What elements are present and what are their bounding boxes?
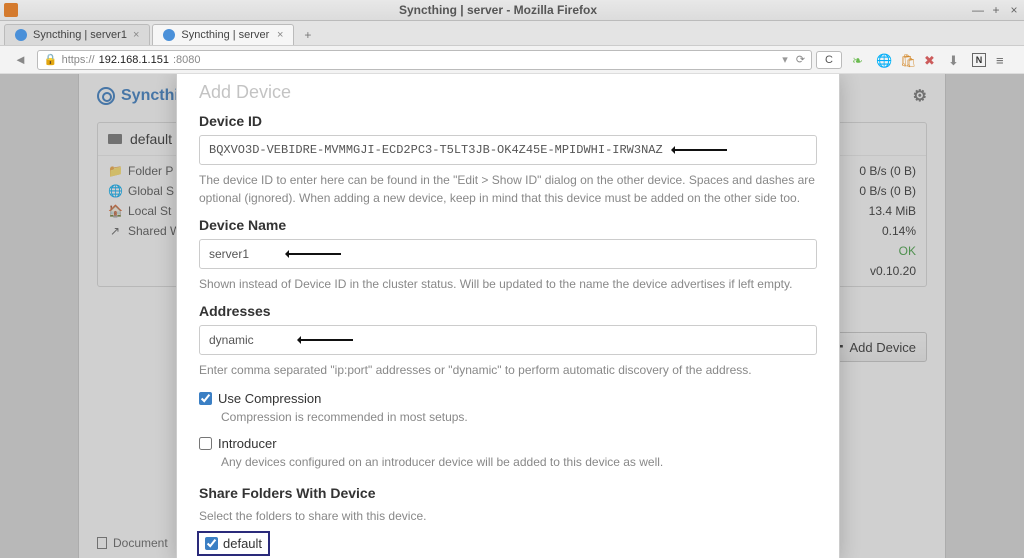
- back-button[interactable]: ◄: [8, 52, 33, 67]
- use-compression-help: Compression is recommended in most setup…: [221, 410, 817, 424]
- use-compression-checkbox[interactable]: [199, 392, 212, 405]
- hamburger-menu-icon[interactable]: ≡: [996, 53, 1010, 67]
- url-port: :8080: [173, 54, 201, 66]
- introducer-checkbox[interactable]: [199, 437, 212, 450]
- tab-label: Syncthing | server1: [33, 29, 127, 41]
- share-folder-default[interactable]: default: [199, 533, 268, 554]
- url-bar[interactable]: 🔒 https:// 192.168.1.151 :8080 ▾ ⟳: [37, 50, 812, 70]
- tab-close-icon[interactable]: ×: [133, 29, 139, 41]
- share-folder-default-checkbox[interactable]: [205, 537, 218, 550]
- window-close-button[interactable]: ×: [1008, 3, 1020, 17]
- syncthing-favicon: [163, 29, 175, 41]
- annotation-arrow-icon: [293, 336, 353, 344]
- add-device-modal: Add Device Device ID The device ID to en…: [176, 74, 840, 558]
- feather-icon[interactable]: ❧: [852, 53, 866, 67]
- share-folders-help: Select the folders to share with this de…: [199, 507, 817, 525]
- browser-tab-server[interactable]: Syncthing | server ×: [152, 24, 294, 45]
- addresses-label: Addresses: [199, 303, 817, 319]
- device-name-label: Device Name: [199, 217, 817, 233]
- tab-close-icon[interactable]: ×: [277, 29, 283, 41]
- page-viewport: Syncthing ⚙ default 📁Folder P 🌐Global S …: [0, 74, 1024, 558]
- url-dropdown-icon[interactable]: ▾: [782, 53, 788, 66]
- annotation-arrow-icon: [281, 250, 341, 258]
- download-icon[interactable]: ⬇: [948, 53, 962, 67]
- browser-tab-server1[interactable]: Syncthing | server1 ×: [4, 24, 150, 45]
- browser-navbar: ◄ 🔒 https:// 192.168.1.151 :8080 ▾ ⟳ C ❧…: [0, 46, 1024, 74]
- globe-icon[interactable]: 🌐: [876, 53, 890, 67]
- window-minimize-button[interactable]: —: [972, 3, 984, 17]
- use-compression-label: Use Compression: [218, 391, 321, 406]
- window-maximize-button[interactable]: +: [990, 3, 1002, 17]
- url-host: 192.168.1.151: [99, 54, 169, 66]
- syncthing-favicon: [15, 29, 27, 41]
- share-folder-default-label: default: [223, 536, 262, 551]
- noscript-icon[interactable]: N: [972, 53, 986, 67]
- url-scheme: https://: [62, 54, 95, 66]
- addresses-input[interactable]: [199, 325, 817, 355]
- adblock-icon[interactable]: ✖: [924, 53, 938, 67]
- addresses-help: Enter comma separated "ip:port" addresse…: [199, 361, 817, 379]
- window-title: Syncthing | server - Mozilla Firefox: [24, 3, 972, 17]
- lock-icon: 🔒: [44, 53, 58, 66]
- tab-label: Syncthing | server: [181, 29, 271, 41]
- shopping-icon[interactable]: 🛍: [900, 53, 914, 67]
- new-tab-button[interactable]: +: [296, 25, 319, 45]
- device-id-label: Device ID: [199, 113, 817, 129]
- annotation-arrow-icon: [667, 146, 727, 154]
- modal-title: Add Device: [199, 82, 817, 103]
- browser-tab-strip: Syncthing | server1 × Syncthing | server…: [0, 21, 1024, 46]
- window-titlebar: Syncthing | server - Mozilla Firefox — +…: [0, 0, 1024, 21]
- share-folders-heading: Share Folders With Device: [199, 485, 817, 501]
- device-id-help: The device ID to enter here can be found…: [199, 171, 817, 207]
- introducer-help: Any devices configured on an introducer …: [221, 455, 817, 469]
- reload-icon[interactable]: ⟳: [796, 53, 805, 66]
- introducer-label: Introducer: [218, 436, 277, 451]
- search-engine-icon[interactable]: C: [816, 51, 842, 69]
- firefox-app-icon: [4, 3, 18, 17]
- device-name-help: Shown instead of Device ID in the cluste…: [199, 275, 817, 293]
